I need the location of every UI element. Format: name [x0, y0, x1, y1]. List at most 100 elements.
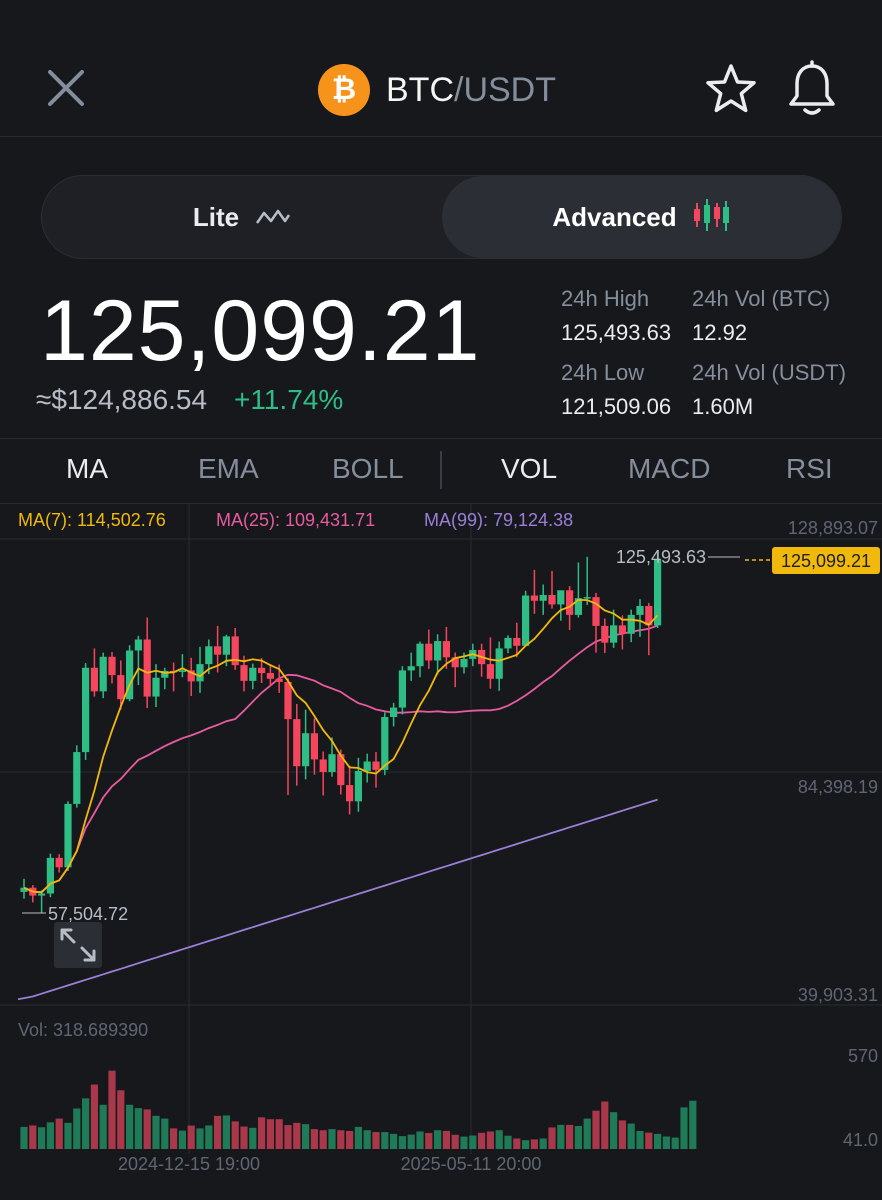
volume-bar [654, 1133, 662, 1149]
advanced-mode-button[interactable]: Advanced [442, 176, 841, 258]
volume-bar [126, 1104, 134, 1149]
stat-vol-usdt-label: 24h Vol (USDT) [692, 360, 847, 385]
volume-bar [574, 1125, 582, 1149]
candle-body [240, 665, 248, 681]
tab-ma[interactable]: MA [66, 453, 108, 485]
lite-mode-button[interactable]: Lite [42, 176, 442, 258]
candle-body [152, 677, 160, 697]
tab-rsi[interactable]: RSI [786, 453, 833, 485]
candle-body [618, 625, 626, 634]
tab-boll[interactable]: BOLL [332, 453, 404, 485]
x-tick-1: 2024-12-15 19:00 [118, 1154, 260, 1174]
candle-body [302, 733, 310, 767]
candle-body [196, 664, 204, 682]
stat-high-label: 24h High [561, 286, 650, 311]
candle-body [117, 675, 125, 700]
candle-body [90, 667, 98, 692]
last-price-tag-label: 125,099.21 [781, 551, 871, 571]
candle-body [486, 664, 494, 679]
ma99-legend: MA(99): 79,124.38 [424, 510, 573, 530]
stat-vol-btc-value: 12.92 [692, 320, 748, 345]
volume-bar [319, 1130, 327, 1149]
pair-base: BTC [386, 70, 454, 109]
volume-bar [337, 1130, 345, 1149]
volume-bar [416, 1131, 424, 1149]
volume-bar [108, 1070, 116, 1149]
candle-body [495, 648, 503, 679]
candle-body [601, 625, 609, 643]
volume-bar [82, 1098, 90, 1149]
candle-body [434, 641, 442, 661]
high-marker-label: 125,493.63 [616, 547, 706, 567]
trading-pair-title: ₿ BTC/USDT [318, 64, 556, 116]
volume-bar [522, 1140, 530, 1149]
volume-bar [592, 1110, 600, 1149]
y-tick-mid: 84,398.19 [798, 777, 878, 797]
x-tick-2: 2025-05-11 20:00 [401, 1154, 542, 1174]
volume-bar [381, 1132, 389, 1149]
volume-bar [346, 1130, 354, 1149]
volume-bar [293, 1122, 301, 1149]
volume-bar [266, 1119, 274, 1149]
candle-body [372, 761, 380, 770]
tab-ema[interactable]: EMA [198, 453, 259, 485]
volume-bar [486, 1131, 494, 1149]
volume-bar [372, 1132, 380, 1149]
star-icon[interactable] [703, 62, 759, 118]
volume-bar [539, 1138, 547, 1149]
candle-body [592, 597, 600, 626]
ma7-legend: MA(7): 114,502.76 [18, 510, 166, 530]
volume-bar [152, 1115, 160, 1149]
volume-bar [398, 1136, 406, 1149]
stat-vol-usdt-value: 1.60M [692, 394, 754, 419]
volume-bar [275, 1119, 283, 1149]
candle-body [513, 637, 521, 646]
candle-body [134, 639, 142, 651]
stat-low-label: 24h Low [561, 360, 645, 385]
candle-body [583, 597, 591, 599]
candle-body [557, 590, 565, 605]
volume-bar [178, 1130, 186, 1149]
close-icon[interactable] [44, 66, 88, 110]
candlestick-chart[interactable]: MA(7): 114,502.76 MA(25): 109,431.71 MA(… [0, 504, 882, 1200]
volume-bar [504, 1135, 512, 1149]
candle-body [416, 643, 424, 667]
tab-vol[interactable]: VOL [501, 453, 557, 485]
volume-bar [196, 1128, 204, 1149]
candle-body [108, 656, 116, 676]
volume-bar [29, 1125, 37, 1149]
candle-body [55, 857, 63, 868]
top-bar: ₿ BTC/USDT [0, 0, 882, 137]
volume-bar [258, 1117, 266, 1149]
volume-bar [284, 1125, 292, 1149]
bell-icon[interactable] [784, 60, 840, 118]
volume-bar [407, 1134, 415, 1149]
candle-body [425, 643, 433, 661]
volume-bar [601, 1101, 609, 1149]
candle-body [530, 595, 538, 601]
chart-grid [0, 504, 882, 1154]
volume-bar [460, 1136, 468, 1149]
candle-body [258, 667, 266, 674]
indicator-tabs: MA EMA BOLL VOL MACD RSI [0, 438, 882, 504]
bitcoin-logo-icon: ₿ [318, 64, 370, 116]
candle-body [363, 761, 371, 771]
volume-bar [425, 1132, 433, 1149]
volume-bar [689, 1100, 697, 1149]
candle-body [636, 605, 644, 615]
fullscreen-icon[interactable] [54, 922, 102, 968]
volume-bar [222, 1115, 230, 1149]
candle-body [390, 707, 398, 718]
volume-bar [38, 1127, 46, 1149]
volume-bar [328, 1129, 336, 1149]
volume-bar [662, 1136, 670, 1149]
lite-label: Lite [192, 201, 240, 232]
volume-bar [187, 1125, 195, 1149]
tab-macd[interactable]: MACD [628, 453, 710, 485]
candle-body [442, 641, 450, 658]
candle-body [214, 646, 222, 655]
ma7-line [23, 598, 659, 894]
candles [20, 552, 662, 913]
volume-bar [363, 1130, 371, 1149]
volume-bar [434, 1130, 442, 1149]
